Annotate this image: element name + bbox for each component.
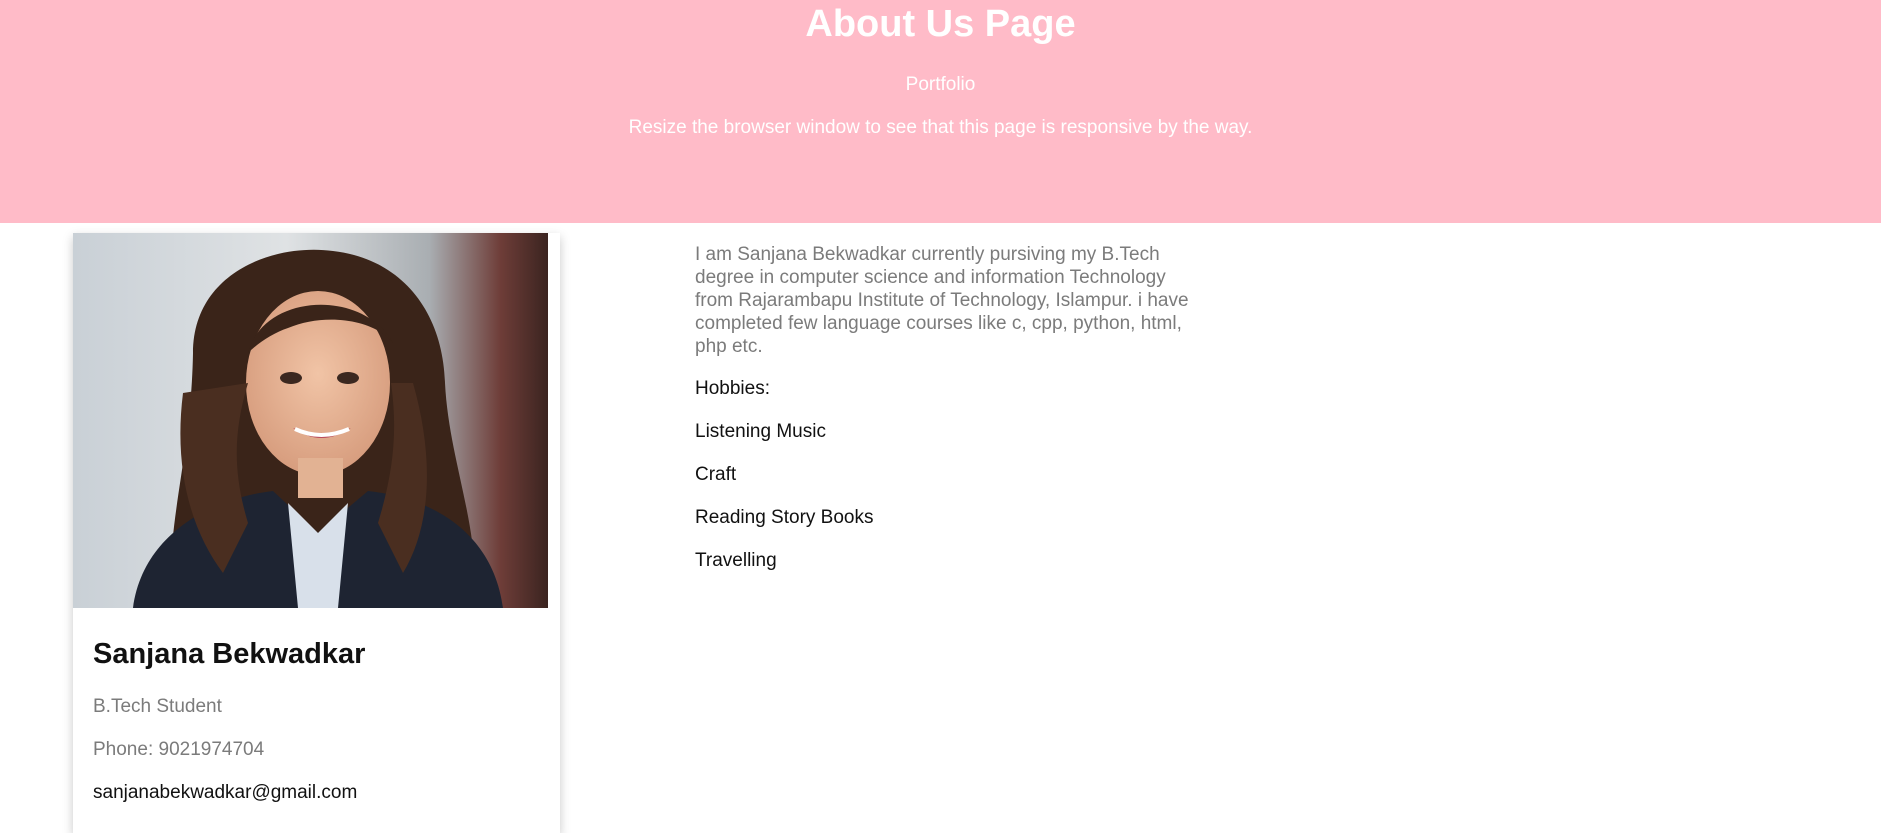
person-photo-icon: [73, 233, 548, 608]
responsive-note: Resize the browser window to see that th…: [628, 117, 1253, 138]
page-title: About Us Page: [805, 3, 1076, 45]
hobby-item: Travelling: [695, 550, 777, 571]
hobbies-label: Hobbies:: [695, 378, 770, 399]
hobby-item: Reading Story Books: [695, 507, 874, 528]
about-bio: I am Sanjana Bekwadkar currently pursivi…: [695, 244, 1189, 357]
profile-photo: [73, 233, 548, 608]
page-subtitle: Portfolio: [905, 74, 976, 95]
hobby-item: Craft: [695, 464, 737, 485]
profile-phone: Phone: 9021974704: [93, 739, 265, 760]
profile-role: B.Tech Student: [93, 696, 222, 717]
hobby-item: Listening Music: [695, 421, 826, 442]
page-header: About Us Page Portfolio Resize the brows…: [0, 0, 1881, 223]
profile-name: Sanjana Bekwadkar: [93, 638, 366, 670]
profile-email: sanjanabekwadkar@gmail.com: [93, 782, 358, 803]
